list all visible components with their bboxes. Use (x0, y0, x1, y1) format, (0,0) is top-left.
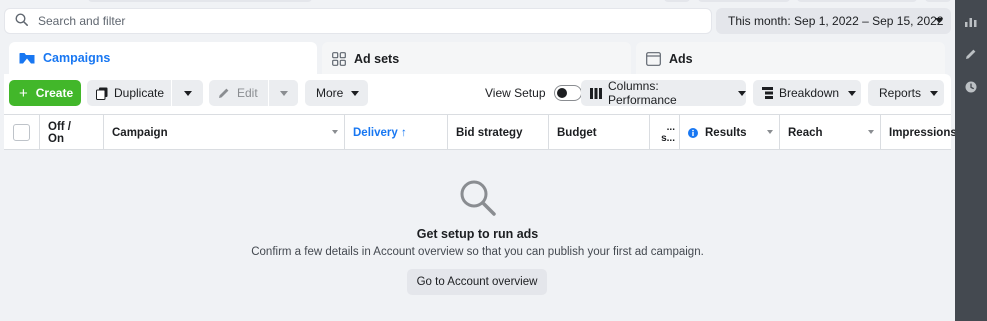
column-reach[interactable]: Reach (780, 115, 881, 150)
search-icon (459, 179, 497, 220)
duplicate-icon (96, 87, 108, 100)
column-truncated[interactable]: ... s... (650, 115, 680, 150)
view-setup-toggle[interactable] (553, 85, 582, 101)
view-setup: View Setup (485, 80, 582, 106)
chevron-down-icon (183, 90, 192, 96)
columns-button-label: Columns: Performance (608, 79, 677, 107)
grid-icon (332, 52, 346, 66)
column-delivery[interactable]: Delivery ↑ (345, 115, 448, 150)
empty-state-description: Confirm a few details in Account overvie… (251, 246, 704, 258)
top-pill (925, 0, 951, 2)
reports-button-label: Reports (879, 86, 922, 100)
create-button-label: Create (35, 86, 74, 100)
column-impressions-label: Impressions (889, 126, 957, 139)
top-pill (664, 0, 690, 2)
column-off-on-label: Off / On (48, 120, 71, 145)
tab-ad-sets-label: Ad sets (354, 52, 400, 66)
reports-button[interactable]: Reports (868, 80, 944, 106)
sort-icon (868, 130, 874, 134)
columns-icon (590, 87, 602, 99)
toolbar: + Create Duplicate Edit More View Setup … (9, 79, 951, 107)
tab-ad-sets[interactable]: Ad sets (322, 42, 631, 76)
pencil-icon (218, 87, 230, 99)
column-results-label: Results (705, 126, 747, 139)
chevron-down-icon (848, 90, 857, 96)
tab-ads[interactable]: Ads (636, 42, 945, 76)
top-strip (0, 0, 955, 4)
empty-state-title: Get setup to run ads (416, 227, 539, 241)
column-budget[interactable]: Budget (549, 115, 650, 150)
top-pill (797, 0, 917, 2)
search-bar[interactable] (4, 8, 712, 34)
go-to-account-overview-button[interactable]: Go to Account overview (407, 269, 547, 295)
history-icon[interactable] (965, 81, 977, 96)
more-button[interactable]: More (305, 80, 368, 106)
column-budget-label: Budget (557, 126, 597, 139)
sort-icon (767, 130, 773, 134)
edit-dropdown[interactable] (269, 80, 298, 106)
breakdown-button[interactable]: Breakdown (753, 80, 861, 106)
column-campaign[interactable]: Campaign (104, 115, 345, 150)
chevron-down-icon (738, 90, 746, 96)
search-input[interactable] (38, 14, 638, 28)
tab-ads-label: Ads (669, 52, 693, 66)
select-all-cell (4, 115, 40, 150)
empty-state: Get setup to run ads Confirm a few detai… (4, 150, 951, 321)
folder-icon (19, 51, 35, 65)
date-range-picker[interactable]: This month: Sep 1, 2022 – Sep 15, 2022 (716, 8, 951, 34)
select-all-checkbox[interactable] (13, 124, 30, 141)
chevron-down-icon (935, 18, 943, 23)
columns-button[interactable]: Columns: Performance (581, 79, 746, 107)
chevron-down-icon (279, 90, 288, 96)
column-bid-strategy-label: Bid strategy (456, 126, 523, 139)
date-range-label: This month: Sep 1, 2022 – Sep 15, 2022 (728, 14, 944, 28)
view-setup-label: View Setup (485, 86, 546, 100)
column-campaign-label: Campaign (112, 126, 168, 139)
right-sidebar (955, 0, 987, 321)
toggle-knob (556, 87, 567, 98)
tab-campaigns-label: Campaigns (43, 51, 111, 65)
column-bid-strategy[interactable]: Bid strategy (448, 115, 549, 150)
ad-icon (646, 52, 661, 66)
edit-button-label[interactable]: Edit (237, 86, 258, 100)
chevron-down-icon (930, 90, 939, 96)
column-off-on[interactable]: Off / On (40, 115, 104, 150)
info-icon (688, 127, 698, 138)
bar-chart-icon[interactable] (965, 15, 977, 30)
plus-icon: + (19, 84, 28, 102)
column-delivery-label: Delivery ↑ (353, 126, 407, 139)
duplicate-dropdown[interactable] (172, 80, 203, 106)
search-icon (15, 13, 28, 29)
column-truncated-label: ... s... (661, 121, 675, 144)
column-reach-label: Reach (788, 126, 823, 139)
column-impressions[interactable]: Impressions (881, 115, 957, 150)
top-pill (88, 0, 312, 2)
breakdown-button-label: Breakdown (779, 86, 840, 100)
create-button[interactable]: + Create (9, 80, 81, 106)
column-results[interactable]: Results (680, 115, 780, 150)
chevron-down-icon (351, 90, 360, 96)
breakdown-icon (762, 87, 773, 99)
top-pill (698, 0, 790, 2)
table-header: Off / On Campaign Delivery ↑ Bid strateg… (4, 114, 957, 150)
pencil-icon[interactable] (965, 48, 977, 63)
sort-icon (332, 130, 338, 134)
more-button-label: More (316, 86, 344, 100)
duplicate-button-label[interactable]: Duplicate (114, 86, 164, 100)
